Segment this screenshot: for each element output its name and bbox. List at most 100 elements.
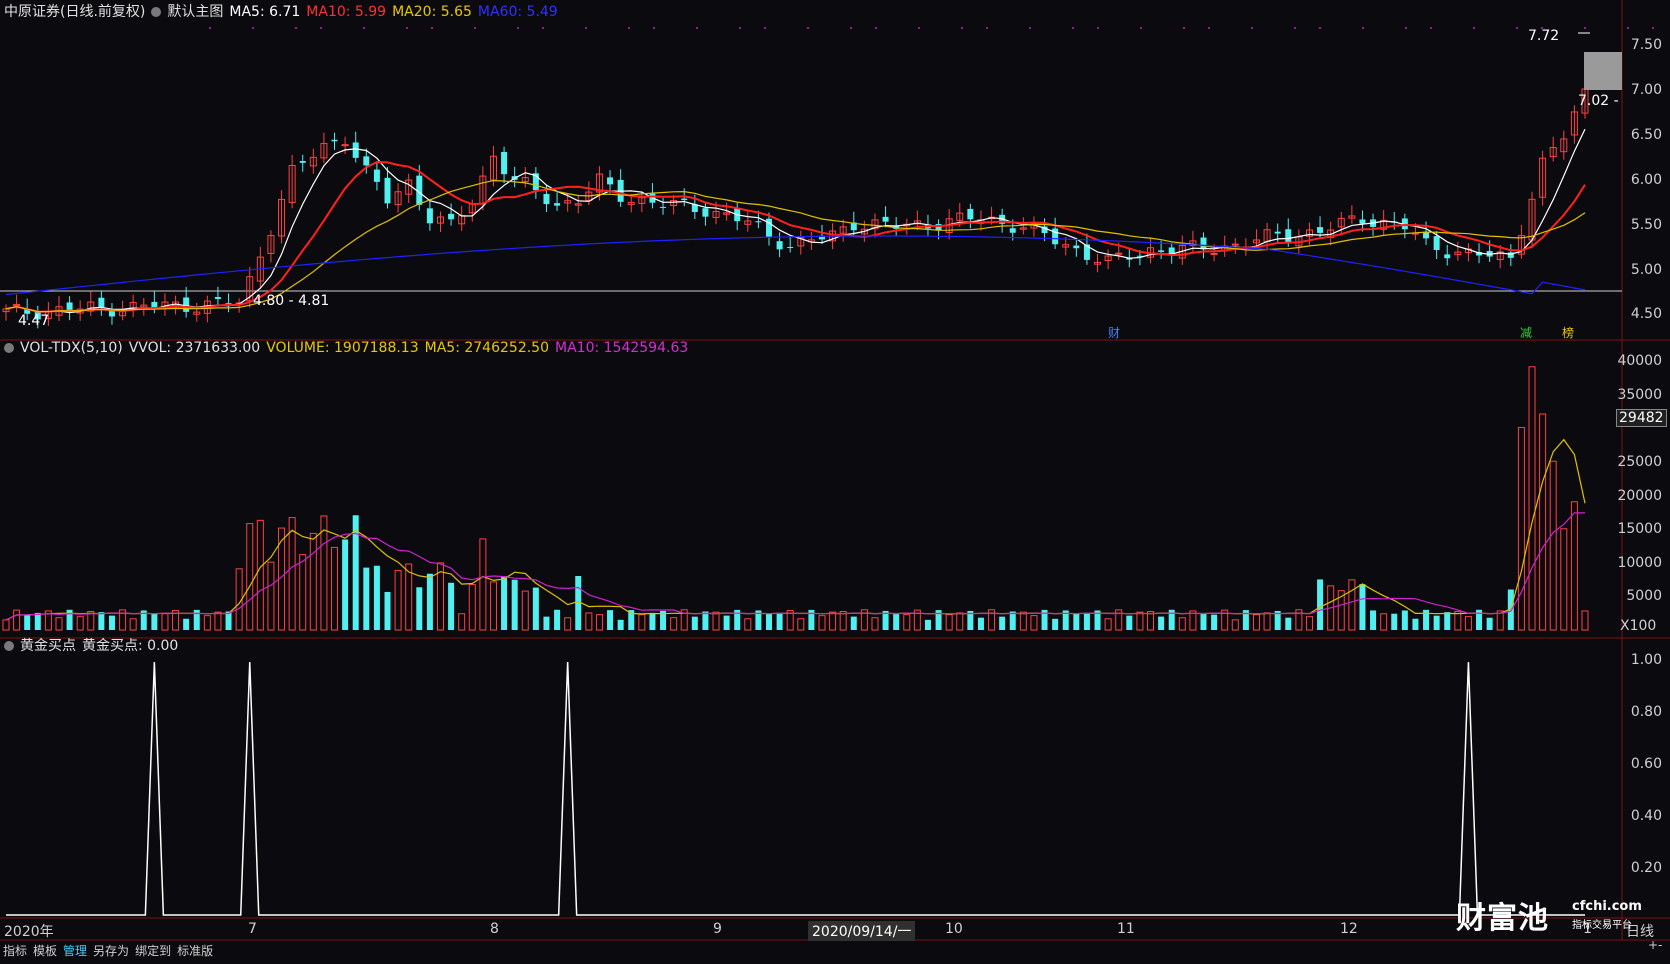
- event-dot: [1405, 27, 1407, 29]
- volume-bar: [670, 617, 678, 631]
- price-highlight-box: [1584, 52, 1622, 90]
- volume-bar: [1285, 617, 1292, 630]
- candle-body: [787, 246, 794, 248]
- event-dot: [986, 27, 988, 29]
- volume-bar: [723, 615, 730, 630]
- volume-unit-label: X100: [1620, 618, 1657, 634]
- candle-body: [554, 203, 561, 206]
- toolbar-item[interactable]: 模板: [33, 944, 57, 958]
- volume-bar: [903, 614, 911, 631]
- event-dot: [431, 27, 433, 29]
- event-dot: [209, 27, 211, 29]
- volume-bar: [691, 616, 698, 630]
- signal-line: [6, 661, 1585, 916]
- event-dot: [1516, 27, 1518, 29]
- zoom-out-button[interactable]: -: [1658, 938, 1662, 952]
- event-dot: [1029, 27, 1031, 29]
- volume-bar: [956, 612, 964, 631]
- volume-bar: [183, 618, 190, 630]
- x-axis-label: 9: [713, 921, 722, 937]
- volume-bar: [554, 609, 561, 630]
- toolbar-item[interactable]: 管理: [63, 944, 87, 958]
- volume-bar: [468, 584, 476, 631]
- candle-body: [98, 297, 105, 308]
- event-dot: [764, 27, 766, 29]
- volume-bar: [871, 617, 879, 631]
- event-marker-cai[interactable]: 财: [1108, 324, 1120, 341]
- volume-bar: [850, 616, 857, 630]
- settings-dot-icon[interactable]: [4, 641, 14, 651]
- chart-stage[interactable]: [0, 0, 1670, 960]
- settings-dot-icon[interactable]: [151, 7, 162, 17]
- candle-body: [1433, 236, 1440, 251]
- signal-y-tick: 0.60: [1630, 756, 1662, 772]
- volume-bar: [1444, 612, 1451, 630]
- ma10-value: MA10: 5.99: [306, 4, 387, 20]
- candle-body: [352, 142, 359, 158]
- main-y-tick: 5.50: [1630, 217, 1662, 233]
- ma20-value: MA20: 5.65: [392, 4, 472, 20]
- main-y-tick: 4.50: [1630, 306, 1662, 322]
- volume-bar: [1305, 616, 1313, 631]
- event-dot: [295, 27, 297, 29]
- signal-value: 黄金买点: 0.00: [82, 638, 179, 654]
- event-dot: [1319, 27, 1321, 29]
- candle-body: [1200, 237, 1207, 250]
- volume-bar: [977, 617, 984, 630]
- volume-ma5-line: [5, 438, 1586, 621]
- volume-bar: [649, 612, 656, 630]
- event-dot: [1362, 27, 1364, 29]
- event-dot: [739, 27, 741, 29]
- event-marker-jian[interactable]: 减: [1520, 324, 1532, 341]
- ma20-line: [5, 179, 1586, 313]
- volume-bar: [766, 613, 773, 630]
- signal-y-tick: 0.80: [1630, 704, 1662, 720]
- toolbar-item[interactable]: 指标: [3, 944, 27, 958]
- volume-bar: [617, 619, 624, 630]
- event-dot: [474, 27, 476, 29]
- volume-bar: [543, 616, 550, 630]
- volume-bar: [373, 565, 380, 630]
- vvol-value: VVOL: 2371633.00: [128, 340, 261, 356]
- event-marker-bang[interactable]: 榜: [1562, 324, 1574, 341]
- volume-bar: [1009, 611, 1016, 630]
- volume-bar: [744, 618, 752, 631]
- chart-canvas[interactable]: [0, 0, 1670, 960]
- volume-bar: [1454, 611, 1462, 631]
- volume-bar: [1147, 611, 1155, 631]
- volume-bar: [246, 523, 254, 631]
- template-name[interactable]: 默认主图: [167, 4, 223, 20]
- volume-bar: [225, 611, 232, 630]
- volume-bar: [384, 591, 391, 630]
- volume-bar: [1083, 613, 1090, 630]
- volume-bar: [320, 515, 328, 631]
- event-dot: [1627, 27, 1629, 29]
- volume-value: VOLUME: 1907188.13: [266, 340, 419, 356]
- volume-bar: [1581, 610, 1589, 631]
- settings-dot-icon[interactable]: [4, 343, 14, 353]
- volume-bar: [1158, 616, 1165, 630]
- volume-bar: [76, 616, 84, 631]
- zoom-in-button[interactable]: +: [1648, 938, 1658, 952]
- volume-bar: [394, 569, 402, 631]
- event-dot: [875, 27, 877, 29]
- toolbar-item[interactable]: 绑定到: [135, 944, 171, 958]
- stock-title[interactable]: 中原证券(日线.前复权): [4, 4, 145, 20]
- toolbar-item[interactable]: 另存为: [93, 944, 129, 958]
- event-dot: [1473, 27, 1475, 29]
- volume-bar: [1539, 413, 1547, 631]
- event-dot: [1208, 27, 1210, 29]
- volume-bar: [1570, 501, 1578, 631]
- event-dot: [1097, 27, 1099, 29]
- toolbar-item[interactable]: 标准版: [177, 944, 213, 958]
- signal-title[interactable]: 黄金买点: [20, 638, 76, 654]
- candle-body: [543, 193, 550, 205]
- event-dot: [320, 27, 322, 29]
- candle-body: [1274, 231, 1281, 234]
- candle-body: [363, 156, 370, 166]
- volume-bar: [489, 581, 497, 631]
- event-dot: [1430, 27, 1432, 29]
- event-dot: [517, 27, 519, 29]
- volume-bar: [1019, 611, 1027, 631]
- vol-title[interactable]: VOL-TDX(5,10): [20, 340, 123, 356]
